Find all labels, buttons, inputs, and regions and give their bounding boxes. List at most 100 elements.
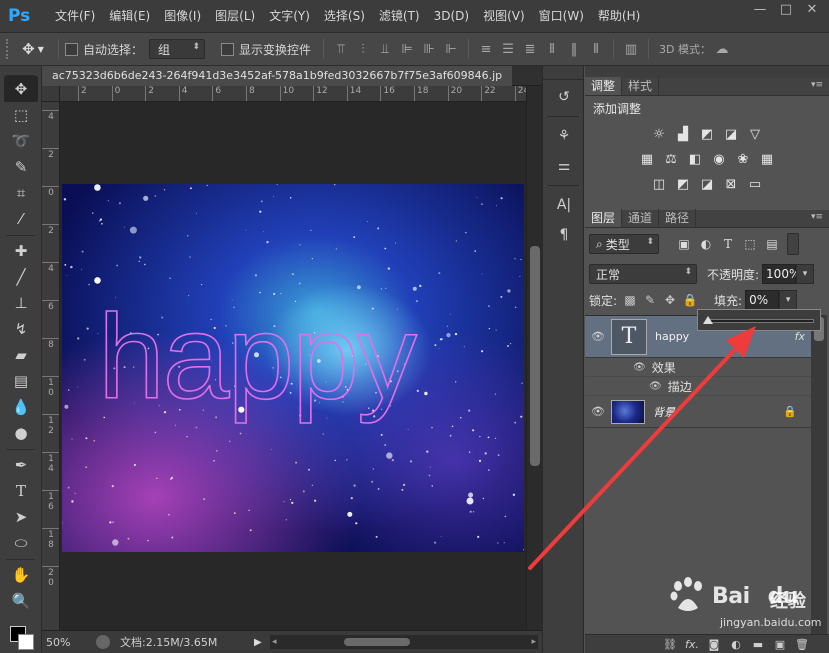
- quick-selection-tool-icon[interactable]: ✎: [4, 154, 38, 180]
- add-style-icon[interactable]: fx.: [681, 638, 703, 651]
- show-transform-checkbox[interactable]: [221, 42, 235, 56]
- lock-image-icon[interactable]: ✎: [640, 292, 660, 308]
- eyedropper-tool-icon[interactable]: ⁄: [4, 206, 38, 232]
- brush-presets-icon[interactable]: ⚘: [549, 123, 579, 149]
- vibrance-icon[interactable]: ▽: [744, 125, 766, 143]
- fill-slider-popup[interactable]: [697, 309, 821, 331]
- new-adjustment-icon[interactable]: ◐: [725, 638, 747, 651]
- distribute-right-icon[interactable]: ⦀: [585, 39, 607, 59]
- align-right-icon[interactable]: ⊩: [440, 39, 462, 59]
- hue-saturation-icon[interactable]: ▦: [636, 150, 658, 168]
- menu-item-2[interactable]: 图像(I): [157, 0, 208, 32]
- clone-stamp-tool-icon[interactable]: ⊥: [4, 290, 38, 316]
- opacity-slider-toggle[interactable]: ▾: [796, 264, 815, 284]
- new-group-icon[interactable]: ▬: [747, 638, 769, 651]
- fx-badge-icon[interactable]: fx: [795, 330, 805, 343]
- tab-paths[interactable]: 路径: [659, 209, 697, 227]
- align-vcenter-icon[interactable]: ⫶: [352, 39, 374, 59]
- add-mask-icon[interactable]: ◙: [703, 638, 725, 651]
- color-lookup-icon[interactable]: ▦: [756, 150, 778, 168]
- vertical-scroll-thumb[interactable]: [530, 246, 540, 466]
- zoom-level[interactable]: 50%: [42, 636, 88, 649]
- black-white-icon[interactable]: ◧: [684, 150, 706, 168]
- blur-tool-icon[interactable]: 💧: [4, 394, 38, 420]
- stroke-eye-icon[interactable]: 👁: [649, 381, 662, 392]
- ellipse-tool-icon[interactable]: ⬭: [4, 530, 38, 556]
- photo-filter-icon[interactable]: ◉: [708, 150, 730, 168]
- type-tool-icon[interactable]: T: [4, 478, 38, 504]
- vertical-ruler[interactable]: 4 2 0 2 4 6 8 1 0 1 2 1 4 1 6 1 8 2 0: [42, 102, 60, 630]
- tab-layers[interactable]: 图层: [585, 209, 623, 227]
- dodge-tool-icon[interactable]: ●: [4, 420, 38, 446]
- menu-item-7[interactable]: 3D(D): [427, 0, 476, 32]
- effects-eye-icon[interactable]: 👁: [633, 362, 646, 373]
- levels-icon[interactable]: ▟: [672, 125, 694, 143]
- fill-slider-toggle[interactable]: ▾: [779, 290, 798, 310]
- exposure-icon[interactable]: ◪: [720, 125, 742, 143]
- tab-adjustments[interactable]: 调整: [585, 77, 623, 95]
- filter-adjustment-icon[interactable]: ◐: [697, 236, 715, 252]
- document-tab[interactable]: ac75323d6b6de243-264f941d3e3452af-578a1b…: [42, 65, 512, 86]
- filter-shape-icon[interactable]: ⬚: [741, 236, 759, 252]
- distribute-bottom-icon[interactable]: ≣: [519, 39, 541, 59]
- new-layer-icon[interactable]: ▣: [769, 638, 791, 651]
- link-layers-icon[interactable]: ⛓: [659, 638, 681, 651]
- lasso-tool-icon[interactable]: ➰: [4, 128, 38, 154]
- eraser-tool-icon[interactable]: ▰: [4, 342, 38, 368]
- menu-item-5[interactable]: 选择(S): [317, 0, 372, 32]
- hand-tool-icon[interactable]: ✋: [4, 562, 38, 588]
- panel-menu-icon[interactable]: ▾≡: [811, 80, 823, 90]
- layer-name[interactable]: 背景: [653, 404, 675, 420]
- invert-icon[interactable]: ◫: [648, 175, 670, 193]
- canvas-image[interactable]: happy: [62, 184, 524, 552]
- panel-menu-icon[interactable]: ▾≡: [811, 212, 823, 222]
- curves-icon[interactable]: ◩: [696, 125, 718, 143]
- crop-tool-icon[interactable]: ⌗: [4, 180, 38, 206]
- move-tool-icon[interactable]: ✥: [4, 76, 38, 102]
- lock-position-icon[interactable]: ✥: [660, 292, 680, 308]
- menu-item-0[interactable]: 文件(F): [48, 0, 102, 32]
- effects-row[interactable]: 👁 效果: [585, 358, 811, 377]
- layer-row-background[interactable]: 👁 背景 🔒: [585, 396, 811, 428]
- stroke-effect-row[interactable]: 👁 描边: [585, 377, 811, 396]
- share-icon[interactable]: [96, 635, 110, 649]
- scroll-left-icon[interactable]: ◂: [272, 635, 277, 649]
- menu-item-4[interactable]: 文字(Y): [262, 0, 317, 32]
- history-panel-icon[interactable]: ↺: [549, 84, 579, 110]
- status-menu-arrow-icon[interactable]: ▶: [254, 637, 264, 648]
- menu-item-8[interactable]: 视图(V): [476, 0, 532, 32]
- lock-all-icon[interactable]: 🔒: [680, 292, 700, 308]
- distribute-hcenter-icon[interactable]: ‖: [563, 39, 585, 59]
- distribute-vcenter-icon[interactable]: ☰: [497, 39, 519, 59]
- menu-item-9[interactable]: 窗口(W): [532, 0, 591, 32]
- align-left-icon[interactable]: ⊫: [396, 39, 418, 59]
- brightness-contrast-icon[interactable]: ☼: [648, 125, 670, 143]
- color-swatches[interactable]: [4, 616, 38, 650]
- distribute-left-icon[interactable]: ⦀: [541, 39, 563, 59]
- close-button[interactable]: ✕: [799, 0, 825, 20]
- auto-select-checkbox[interactable]: [65, 42, 78, 56]
- menu-item-6[interactable]: 滤镜(T): [372, 0, 427, 32]
- auto-align-icon[interactable]: ▥: [620, 39, 642, 59]
- filter-pixel-icon[interactable]: ▣: [675, 236, 693, 252]
- filter-smart-object-icon[interactable]: ▤: [763, 236, 781, 252]
- history-brush-tool-icon[interactable]: ↯: [4, 316, 38, 342]
- ruler-origin[interactable]: [42, 86, 60, 102]
- layers-scrollbar[interactable]: [811, 315, 827, 635]
- visibility-eye-icon[interactable]: 👁: [585, 330, 611, 343]
- layer-name[interactable]: happy: [655, 330, 689, 343]
- horizontal-ruler[interactable]: 2024681012141618202224: [60, 86, 526, 102]
- zoom-tool-icon[interactable]: 🔍: [4, 588, 38, 614]
- marquee-tool-icon[interactable]: ⬚: [4, 102, 38, 128]
- maximize-button[interactable]: □: [773, 0, 799, 20]
- delete-layer-icon[interactable]: 🗑: [791, 638, 813, 651]
- filter-type-icon[interactable]: T: [719, 236, 737, 252]
- tab-styles[interactable]: 样式: [622, 77, 660, 95]
- canvas-area[interactable]: happy: [60, 102, 526, 630]
- align-top-icon[interactable]: ⫪: [330, 39, 352, 59]
- fill-slider-handle[interactable]: [703, 316, 713, 324]
- selective-color-icon[interactable]: ⊠: [720, 175, 742, 193]
- align-hcenter-icon[interactable]: ⊪: [418, 39, 440, 59]
- vertical-scrollbar[interactable]: [526, 86, 542, 630]
- tools-grip[interactable]: [6, 66, 35, 76]
